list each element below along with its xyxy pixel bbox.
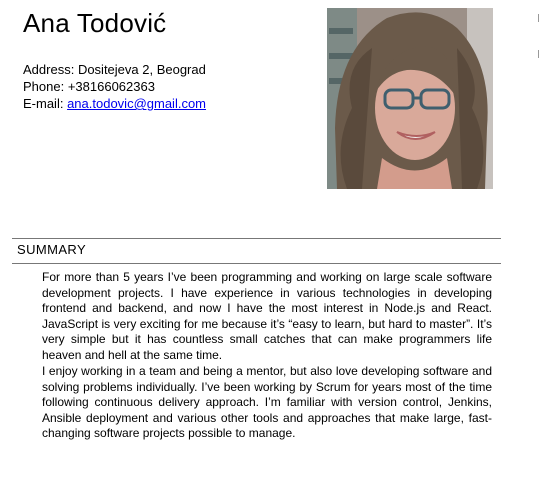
section-title-summary: SUMMARY xyxy=(17,242,87,257)
summary-paragraph: I enjoy working in a team and being a me… xyxy=(42,364,492,440)
page-edge-mark xyxy=(538,50,539,58)
summary-paragraph: For more than 5 years I’ve been programm… xyxy=(42,270,492,362)
phone-value: +38166062363 xyxy=(67,79,155,94)
person-name: Ana Todović xyxy=(23,8,167,38)
email-line: E-mail: ana.todovic@gmail.com xyxy=(23,95,206,112)
phone-label: Phone: xyxy=(23,79,65,94)
section-divider-bottom xyxy=(12,263,501,264)
profile-photo-illustration xyxy=(327,8,493,189)
page-edge-mark xyxy=(538,14,539,22)
email-link[interactable]: ana.todovic@gmail.com xyxy=(67,96,206,111)
profile-photo xyxy=(327,8,493,189)
phone-line: Phone: +38166062363 xyxy=(23,78,206,95)
section-divider-top xyxy=(12,238,501,239)
contact-info: Address: Dositejeva 2, Beograd Phone: +3… xyxy=(23,61,206,112)
address-value: Dositejeva 2, Beograd xyxy=(77,62,206,77)
address-line: Address: Dositejeva 2, Beograd xyxy=(23,61,206,78)
email-label: E-mail: xyxy=(23,96,64,111)
summary-body: For more than 5 years I’ve been programm… xyxy=(42,270,492,443)
address-label: Address: xyxy=(23,62,75,77)
